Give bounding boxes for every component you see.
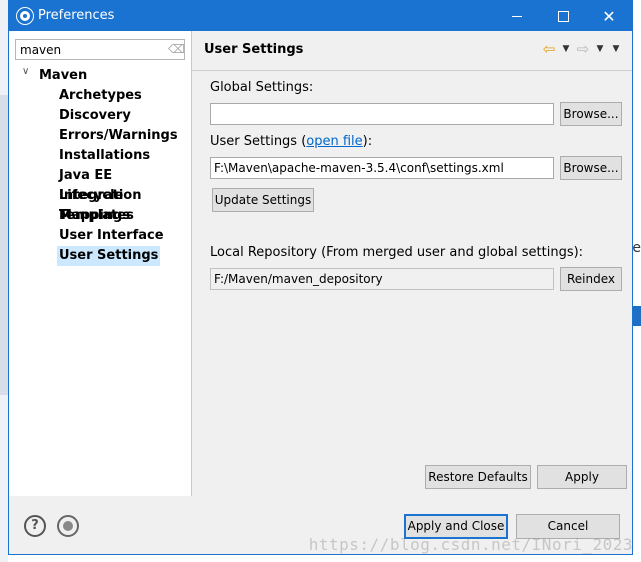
watermark: https://blog.csdn.net/INori_2023 [308, 535, 633, 554]
page-title: User Settings [204, 42, 304, 57]
tree-item-lifecycle-mappings[interactable]: Lifecycle Mappings [57, 186, 192, 223]
open-file-link[interactable]: open file [306, 134, 362, 149]
tree-item-maven[interactable]: Maven [39, 66, 87, 86]
back-arrow-icon[interactable]: ⇦ [540, 41, 558, 57]
page-navigation: ⇦ ▼ ⇨ ▼ ▼ [540, 41, 624, 57]
user-settings-label-suffix: ): [362, 134, 373, 149]
forward-arrow-icon[interactable]: ⇨ [574, 41, 592, 57]
collapse-maven-icon[interactable]: ∨ [22, 66, 34, 86]
global-settings-field[interactable] [210, 103, 554, 125]
window-title: Preferences [38, 8, 115, 23]
tree-item-errors-warnings[interactable]: Errors/Warnings [57, 126, 180, 146]
clear-filter-icon[interactable]: ⌫ [168, 43, 185, 55]
filter-input[interactable] [16, 40, 164, 59]
background-left-accent [0, 95, 8, 395]
user-browse-button[interactable]: Browse... [560, 156, 622, 180]
user-settings-label: User Settings (open file): [210, 134, 372, 149]
filter-box: ⌫ [15, 39, 185, 60]
help-icon[interactable]: ? [24, 515, 46, 537]
close-button[interactable]: ✕ [586, 1, 632, 31]
local-repository-label: Local Repository (From merged user and g… [210, 245, 584, 260]
preferences-tree-panel: ⌫ ∨ Maven Archetypes Discovery Errors/Wa… [9, 31, 192, 496]
global-browse-button[interactable]: Browse... [560, 102, 622, 126]
maximize-button[interactable] [540, 1, 586, 31]
user-settings-field[interactable]: F:\Maven\apache-maven-3.5.4\conf\setting… [210, 157, 554, 179]
eclipse-app-icon [17, 8, 33, 24]
tree-item-java-ee-integration[interactable]: Java EE Integration [57, 166, 192, 203]
tree-item-user-settings[interactable]: User Settings [57, 246, 161, 266]
back-history-dropdown-icon[interactable]: ▼ [560, 44, 572, 54]
apply-button[interactable]: Apply [537, 465, 627, 489]
close-icon: ✕ [602, 6, 616, 26]
view-menu-icon[interactable]: ▼ [608, 44, 624, 54]
local-repository-field: F:/Maven/maven_depository [210, 268, 554, 290]
minimize-button[interactable] [494, 1, 540, 31]
page-header: User Settings ⇦ ▼ ⇨ ▼ ▼ [192, 31, 632, 71]
update-settings-button[interactable]: Update Settings [212, 188, 314, 212]
user-settings-label-prefix: User Settings ( [210, 134, 307, 149]
tree-item-user-interface[interactable]: User Interface [57, 226, 166, 246]
tree-item-templates[interactable]: Templates [57, 206, 136, 226]
settings-page: User Settings ⇦ ▼ ⇨ ▼ ▼ Global Settings:… [192, 31, 632, 496]
minimize-icon [512, 15, 522, 17]
restore-defaults-button[interactable]: Restore Defaults [425, 465, 531, 489]
preferences-dialog: Preferences ✕ ⌫ ∨ Maven Archetypes Disco… [8, 0, 633, 555]
background-right-highlight [633, 306, 641, 326]
tree-item-discovery[interactable]: Discovery [57, 106, 133, 126]
reindex-button[interactable]: Reindex [560, 267, 622, 291]
title-bar[interactable]: Preferences ✕ [9, 1, 632, 31]
global-settings-label: Global Settings: [210, 80, 314, 95]
forward-history-dropdown-icon[interactable]: ▼ [594, 44, 606, 54]
tree-item-installations[interactable]: Installations [57, 146, 152, 166]
tree-item-archetypes[interactable]: Archetypes [57, 86, 144, 106]
maximize-icon [557, 10, 569, 22]
background-right-text: e [632, 240, 641, 256]
background-right-edge [633, 0, 641, 562]
import-export-icon[interactable] [57, 515, 79, 537]
